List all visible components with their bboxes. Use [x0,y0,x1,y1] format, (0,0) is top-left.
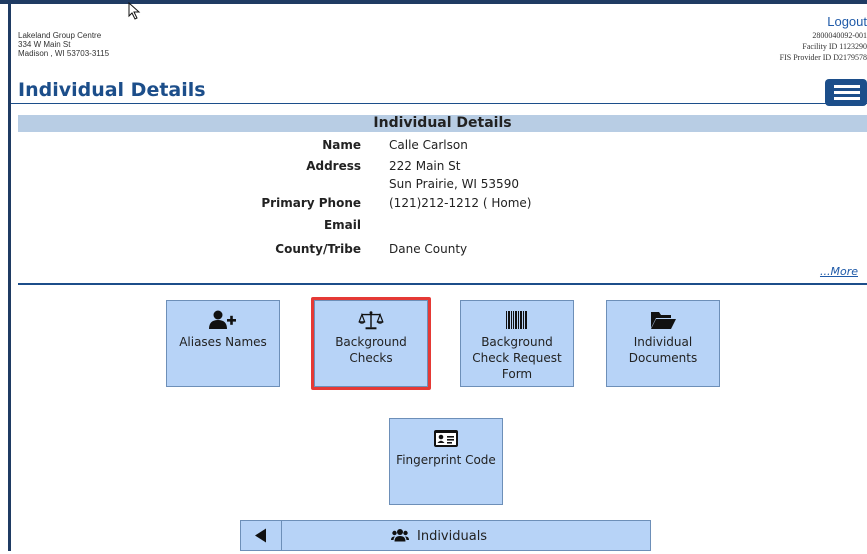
background-check-request-form-label: Background Check Request Form [472,335,562,381]
organization-address: Lakeland Group Centre 334 W Main St Madi… [18,31,109,58]
window-left-border [8,0,11,551]
selection-highlight [311,297,431,390]
account-id: 2800040092-001 [812,31,867,40]
individuals-link[interactable]: Individuals [391,528,487,544]
mouse-cursor-icon [128,2,141,20]
folder-open-icon [651,312,676,329]
menu-icon-bar [834,97,860,100]
individuals-nav-bar: Individuals [240,520,651,551]
details-section-header: Individual Details [18,115,867,132]
address-label: Address [306,159,361,173]
hamburger-menu-button[interactable] [825,79,867,106]
phone-value: (121)212-1212 ( Home) [389,196,532,210]
individual-documents-button[interactable]: Individual Documents [606,300,720,387]
back-button[interactable] [241,521,282,550]
aliases-names-label: Aliases Names [179,335,267,349]
menu-icon-bar [834,91,860,94]
individual-documents-label: Individual Documents [628,335,698,365]
aliases-names-button[interactable]: Aliases Names [166,300,280,387]
triangle-left-icon [255,528,266,543]
facility-id: Facility ID 1123290 [802,42,867,51]
county-label: County/Tribe [275,242,361,256]
name-label: Name [322,138,361,152]
email-label: Email [323,218,361,232]
county-value: Dane County [389,242,468,256]
provider-id: FIS Provider ID D2179578 [779,53,867,62]
logout-link[interactable]: Logout [827,14,867,29]
details-values: Calle Carlson 222 Main St Sun Prairie, W… [389,137,689,267]
provider-ids: 2800040092-001 Facility ID 1123290 FIS P… [780,30,867,63]
barcode-icon [506,311,527,329]
background-check-request-form-button[interactable]: Background Check Request Form [460,300,574,387]
more-link[interactable]: ...More [820,265,858,278]
phone-label: Primary Phone [261,196,361,210]
page-title: Individual Details [18,79,206,101]
fingerprint-code-label: Fingerprint Code [396,453,496,467]
fingerprint-code-button[interactable]: Fingerprint Code [389,418,503,505]
address-line2: Sun Prairie, WI 53590 [389,177,519,191]
individuals-label: Individuals [417,529,488,544]
id-card-icon [434,430,458,447]
menu-icon-bar [834,85,860,88]
user-plus-icon [209,310,236,329]
org-city: Madison , WI 53703-3115 [18,49,110,58]
name-value: Calle Carlson [389,138,468,152]
org-street: 334 W Main St [18,40,71,49]
org-name: Lakeland Group Centre [18,31,102,40]
title-divider [11,103,867,104]
details-divider [18,283,867,285]
address-line1: 222 Main St [389,159,461,173]
users-icon [391,529,409,542]
details-labels: Name Address Primary Phone Email County/… [18,137,361,267]
